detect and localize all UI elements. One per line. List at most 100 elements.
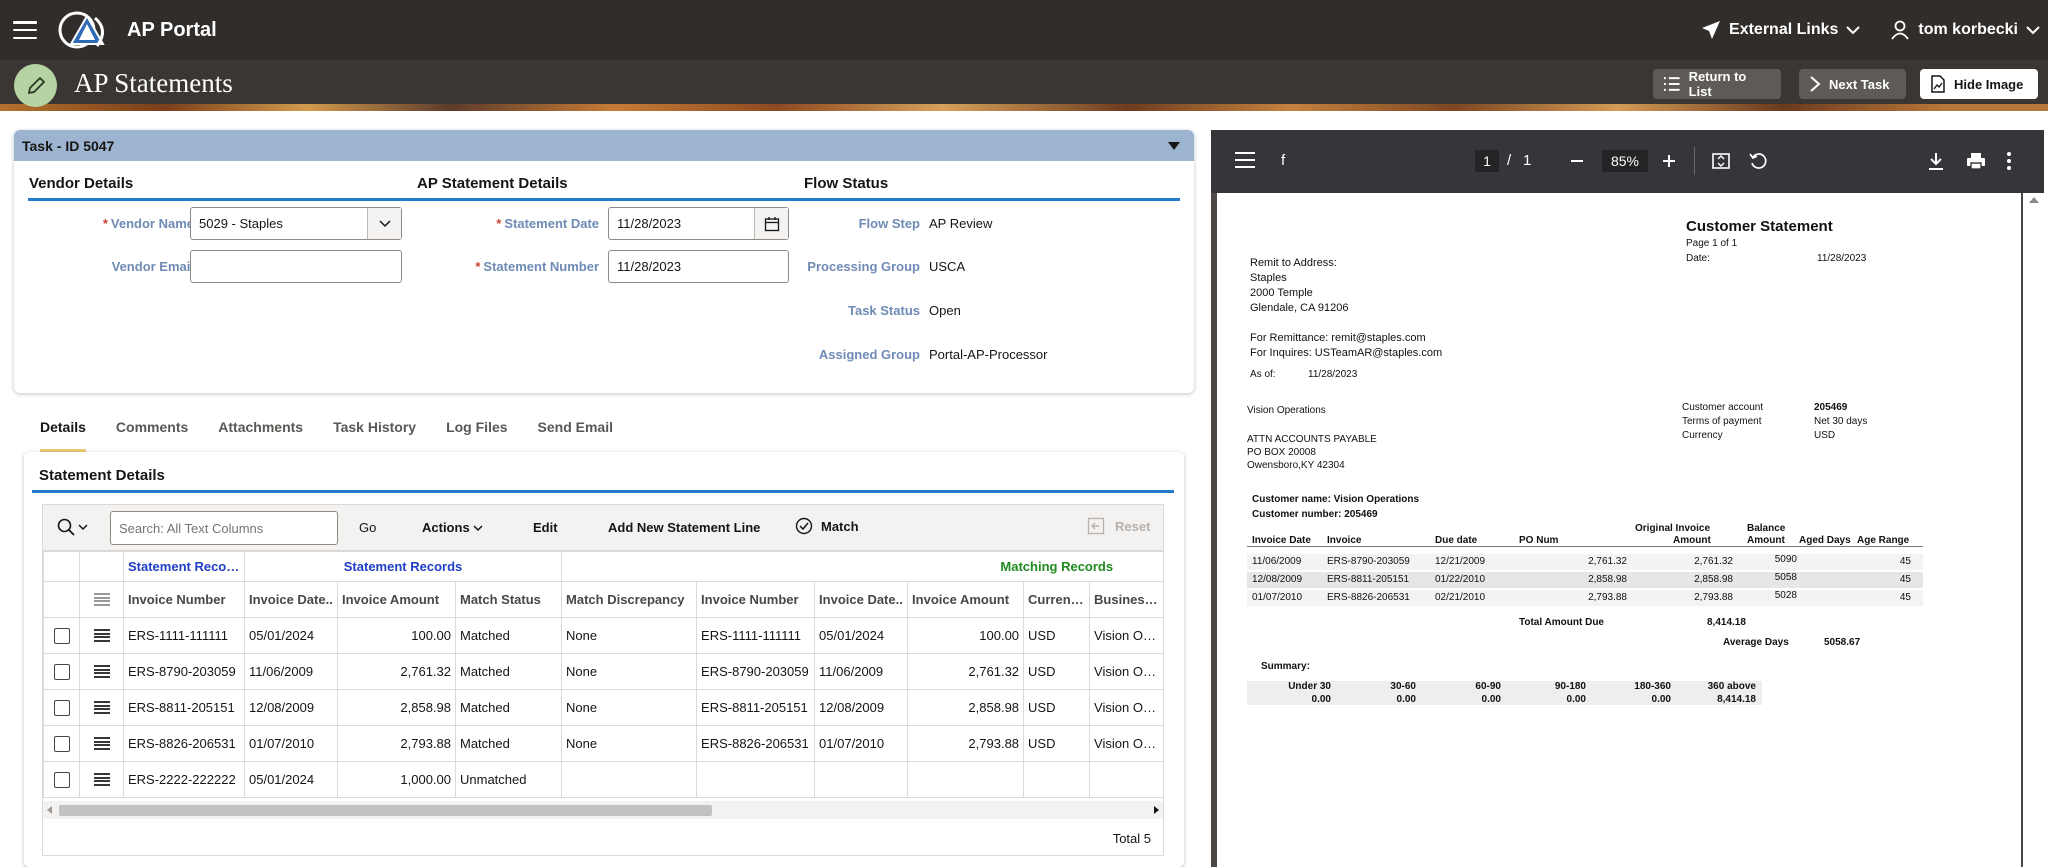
table-cell xyxy=(1089,761,1163,798)
remit-line-3: Glendale, CA 91206 xyxy=(1250,302,1349,314)
hide-image-button[interactable]: Hide Image xyxy=(1920,69,2038,99)
total-count: Total 5 xyxy=(1112,831,1151,846)
table-cell: Unmatched xyxy=(454,761,563,798)
table-cell: None xyxy=(561,689,698,726)
col-match-status[interactable]: Match Status xyxy=(454,581,563,618)
col-invoice-number[interactable]: Invoice Number xyxy=(123,581,245,618)
search-input[interactable] xyxy=(110,511,338,545)
pdf-vertical-scrollbar[interactable] xyxy=(2023,193,2044,867)
for-remittance: For Remittance: remit@staples.com xyxy=(1250,332,1426,344)
table-row[interactable]: ERS-2222-222222 05/01/2024 1,000.00 Unmatch… xyxy=(43,761,1163,798)
next-task-button[interactable]: Next Task xyxy=(1799,69,1906,99)
tab-send-email[interactable]: Send Email xyxy=(538,419,613,452)
vendor-email-input[interactable] xyxy=(190,250,402,283)
actions-menu[interactable]: Actions xyxy=(422,520,483,535)
edit-icon xyxy=(14,64,57,107)
horizontal-scrollbar[interactable] xyxy=(43,801,1163,819)
tab-task-history[interactable]: Task History xyxy=(333,419,416,452)
table-row[interactable]: ERS-8811-205151 12/08/2009 2,858.98 Matched… xyxy=(43,689,1163,726)
col-business-unit[interactable]: Business U xyxy=(1089,581,1163,618)
row-menu-icon[interactable] xyxy=(79,617,124,654)
zoom-out-icon[interactable] xyxy=(1570,154,1584,168)
row-menu-icon[interactable] xyxy=(79,689,124,726)
row-checkbox[interactable] xyxy=(43,653,80,690)
collapse-icon[interactable] xyxy=(1168,141,1180,150)
row-menu-icon[interactable] xyxy=(79,725,124,762)
statement-number-input[interactable]: 11/28/2023 xyxy=(608,250,789,283)
task-panel-header[interactable]: Task - ID 5047 xyxy=(14,130,1194,161)
tab-attachments[interactable]: Attachments xyxy=(218,419,303,452)
search-column-menu[interactable] xyxy=(57,518,88,536)
row-checkbox[interactable] xyxy=(43,761,80,798)
scrollbar-thumb[interactable] xyxy=(59,805,712,816)
return-to-list-button[interactable]: Return to List xyxy=(1653,69,1781,99)
menu-icon[interactable] xyxy=(13,21,37,39)
go-button[interactable]: Go xyxy=(359,520,376,535)
row-checkbox[interactable] xyxy=(43,725,80,762)
table-cell: Vision Opera xyxy=(1089,617,1163,654)
vendor-name-select[interactable]: 5029 - Staples xyxy=(190,207,402,240)
pdf-menu-icon[interactable] xyxy=(1235,152,1255,168)
return-label: Return to List xyxy=(1688,69,1747,99)
col-invoice-amount[interactable]: Invoice Amount xyxy=(337,581,456,618)
doc-title: Customer Statement xyxy=(1686,218,1833,235)
zoom-in-icon[interactable] xyxy=(1662,154,1676,168)
user-menu[interactable]: tom korbecki xyxy=(1890,20,2040,40)
acct-label-2: Terms of payment xyxy=(1682,416,1762,427)
row-menu-icon[interactable] xyxy=(79,761,124,798)
row-checkbox[interactable] xyxy=(43,617,80,654)
reset-button[interactable]: Reset xyxy=(1087,517,1150,535)
col-currency[interactable]: Currency xyxy=(1023,581,1091,618)
vendor-name-value: 5029 - Staples xyxy=(199,216,283,231)
summary-label: Summary: xyxy=(1261,661,1310,672)
tab-details[interactable]: Details xyxy=(40,419,86,452)
row-menu-header[interactable] xyxy=(79,581,124,618)
doc-page-number: Page 1 of 1 xyxy=(1686,238,1738,249)
edit-button[interactable]: Edit xyxy=(533,520,558,535)
table-row[interactable]: ERS-1111-111111 05/01/2024 100.00 Matched No… xyxy=(43,617,1163,654)
table-cell xyxy=(561,761,698,798)
table-cell: Vision Opera xyxy=(1089,653,1163,690)
scroll-left-icon[interactable] xyxy=(47,806,53,814)
chevron-down-icon[interactable] xyxy=(367,208,401,239)
statement-details-region: Statement Details Go Actions Edit Add Ne… xyxy=(24,452,1184,867)
print-icon[interactable] xyxy=(1966,151,1986,171)
col-match-invoice-date[interactable]: Invoice Date.. xyxy=(814,581,909,618)
col-invoice-date[interactable]: Invoice Date.. xyxy=(244,581,338,618)
chevron-down-icon xyxy=(473,525,483,532)
assigned-group-value: Portal-AP-Processor xyxy=(929,347,1048,362)
table-row[interactable]: ERS-8826-206531 01/07/2010 2,793.88 Matched… xyxy=(43,725,1163,762)
actions-label: Actions xyxy=(422,520,470,535)
customer-name: Customer name: Vision Operations xyxy=(1252,494,1420,505)
more-options-icon[interactable] xyxy=(2006,151,2012,171)
scroll-up-icon[interactable] xyxy=(2029,197,2039,203)
table-cell xyxy=(814,761,909,798)
col-match-discrepancy[interactable]: Match Discrepancy xyxy=(561,581,698,618)
scroll-right-icon[interactable] xyxy=(1153,806,1159,814)
row-checkbox[interactable] xyxy=(43,689,80,726)
invoice-cell: 2,858.98 xyxy=(1694,574,1733,585)
match-button[interactable]: Match xyxy=(795,517,859,535)
flow-status-heading: Flow Status xyxy=(804,175,889,192)
row-menu-icon[interactable] xyxy=(79,653,124,690)
tab-log-files[interactable]: Log Files xyxy=(446,419,507,452)
invoice-cell: 2,793.88 xyxy=(1694,592,1733,603)
add-statement-line-button[interactable]: Add New Statement Line xyxy=(608,520,760,535)
summary-value: 8,414.18 xyxy=(1717,694,1756,705)
table-row[interactable]: ERS-8790-203059 11/06/2009 2,761.32 Matched… xyxy=(43,653,1163,690)
rotate-icon[interactable] xyxy=(1748,151,1768,171)
tab-comments[interactable]: Comments xyxy=(116,419,188,452)
col-match-invoice-amount[interactable]: Invoice Amount xyxy=(907,581,1025,618)
match-label: Match xyxy=(821,518,859,534)
invoice-cell: 12/21/2009 xyxy=(1435,556,1486,567)
external-links-menu[interactable]: External Links xyxy=(1701,20,1861,40)
fit-page-icon[interactable] xyxy=(1711,151,1731,171)
invoice-cell: 2,793.88 xyxy=(1588,592,1627,603)
summary-value: 0.00 xyxy=(1651,694,1671,705)
statement-date-input[interactable]: 11/28/2023 xyxy=(608,207,789,240)
col-match-invoice-number[interactable]: Invoice Number xyxy=(696,581,816,618)
invoice-cell: 01/07/2010 xyxy=(1252,592,1303,603)
pdf-page-input[interactable]: 1 xyxy=(1475,150,1499,172)
download-icon[interactable] xyxy=(1927,151,1945,171)
pdf-zoom-level[interactable]: 85% xyxy=(1602,150,1648,172)
